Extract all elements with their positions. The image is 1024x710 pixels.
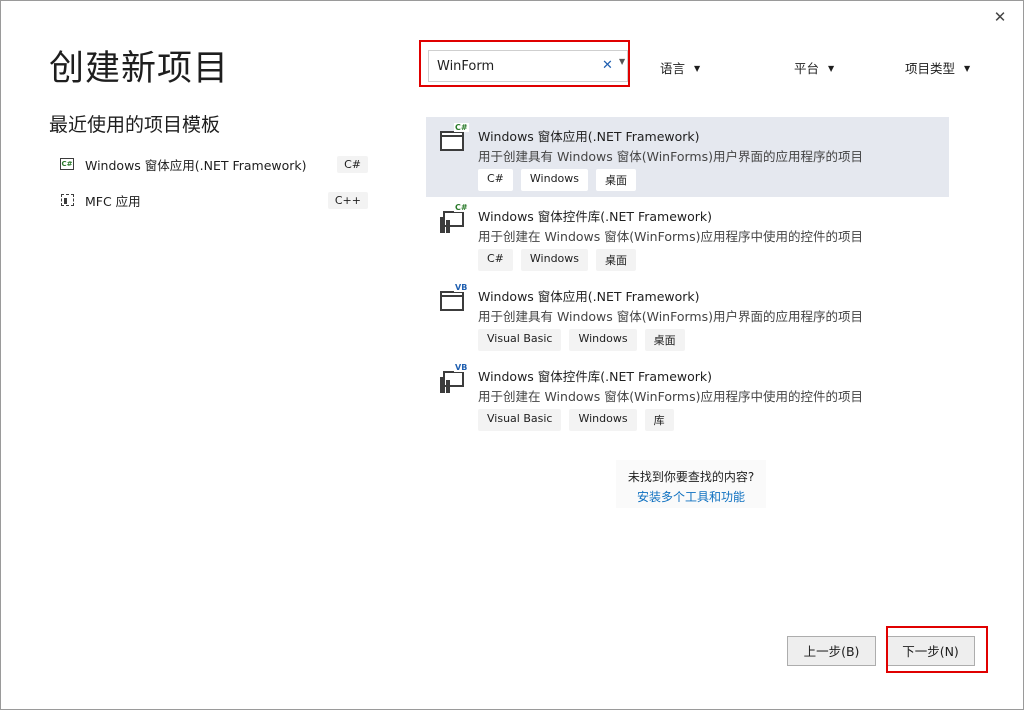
search-input[interactable] <box>437 57 587 75</box>
template-description: 用于创建在 Windows 窗体(WinForms)应用程序中使用的控件的项目 <box>478 389 863 404</box>
search-box: ✕ ▼ <box>428 50 628 82</box>
search-history-dropdown-icon[interactable]: ▼ <box>619 57 625 66</box>
tag-platform: Windows <box>569 409 637 431</box>
template-description: 用于创建具有 Windows 窗体(WinForms)用户界面的应用程序的项目 <box>478 309 863 324</box>
project-type-filter-label: 项目类型 <box>905 61 956 76</box>
back-button[interactable]: 上一步(B) <box>787 636 876 666</box>
tag-language: Visual Basic <box>478 409 562 431</box>
template-name: Windows 窗体控件库(.NET Framework) <box>478 209 713 224</box>
template-description: 用于创建具有 Windows 窗体(WinForms)用户界面的应用程序的项目 <box>478 149 863 164</box>
clear-search-icon[interactable]: ✕ <box>602 58 613 73</box>
close-icon[interactable]: ✕ <box>989 6 1011 28</box>
tag-project-type: 桌面 <box>644 329 685 351</box>
platform-filter-label: 平台 <box>794 61 820 76</box>
next-button[interactable]: 下一步(N) <box>886 636 975 666</box>
tag-platform: Windows <box>520 249 589 271</box>
template-winforms-app-csharp[interactable]: C# Windows 窗体应用(.NET Framework) 用于创建具有 W… <box>426 117 949 197</box>
tag-language: C# <box>478 169 513 191</box>
language-badge: C++ <box>327 191 368 209</box>
template-winforms-control-library-csharp[interactable]: C# Windows 窗体控件库(.NET Framework) 用于创建在 W… <box>426 197 949 277</box>
recent-item-mfc[interactable]: MFC 应用 C++ <box>60 187 368 213</box>
template-name: Windows 窗体应用(.NET Framework) <box>478 289 700 304</box>
recent-item-winforms[interactable]: C# Windows 窗体应用(.NET Framework) C# <box>60 151 368 177</box>
language-badge: C# <box>337 155 368 173</box>
control-library-icon: C# <box>440 203 469 233</box>
chevron-down-icon: ▼ <box>964 64 971 73</box>
language-filter-label: 语言 <box>660 61 686 76</box>
template-description: 用于创建在 Windows 窗体(WinForms)应用程序中使用的控件的项目 <box>478 229 863 244</box>
tag-project-type: 库 <box>644 409 674 431</box>
winforms-csharp-icon: C# <box>60 158 74 170</box>
not-found-panel: 未找到你要查找的内容? 安装多个工具和功能 <box>616 460 766 508</box>
platform-filter-dropdown[interactable]: 平台 ▼ <box>794 58 834 77</box>
install-tools-link[interactable]: 安装多个工具和功能 <box>616 488 766 505</box>
tag-language: C# <box>478 249 513 271</box>
recent-item-label: MFC 应用 <box>85 193 141 209</box>
not-found-question: 未找到你要查找的内容? <box>627 470 755 484</box>
recent-templates-heading: 最近使用的项目模板 <box>49 114 221 136</box>
page-title: 创建新项目 <box>49 49 230 89</box>
template-name: Windows 窗体控件库(.NET Framework) <box>478 369 713 384</box>
window-icon: VB <box>440 283 469 313</box>
chevron-down-icon: ▼ <box>828 64 835 73</box>
language-filter-dropdown[interactable]: 语言 ▼ <box>660 58 700 77</box>
tag-platform: Windows <box>569 329 637 351</box>
recent-item-label: Windows 窗体应用(.NET Framework) <box>85 157 307 173</box>
template-name: Windows 窗体应用(.NET Framework) <box>478 129 700 144</box>
tag-project-type: 桌面 <box>596 169 637 191</box>
template-winforms-app-vb[interactable]: VB Windows 窗体应用(.NET Framework) 用于创建具有 W… <box>426 277 949 357</box>
chevron-down-icon: ▼ <box>694 64 701 73</box>
tag-platform: Windows <box>520 169 589 191</box>
mfc-app-icon <box>60 193 76 207</box>
template-winforms-control-library-vb[interactable]: VB Windows 窗体控件库(.NET Framework) 用于创建在 W… <box>426 357 949 437</box>
tag-language: Visual Basic <box>478 329 562 351</box>
project-type-filter-dropdown[interactable]: 项目类型 ▼ <box>905 58 970 77</box>
tag-project-type: 桌面 <box>596 249 637 271</box>
control-library-icon: VB <box>440 363 469 393</box>
window-icon: C# <box>440 123 469 153</box>
